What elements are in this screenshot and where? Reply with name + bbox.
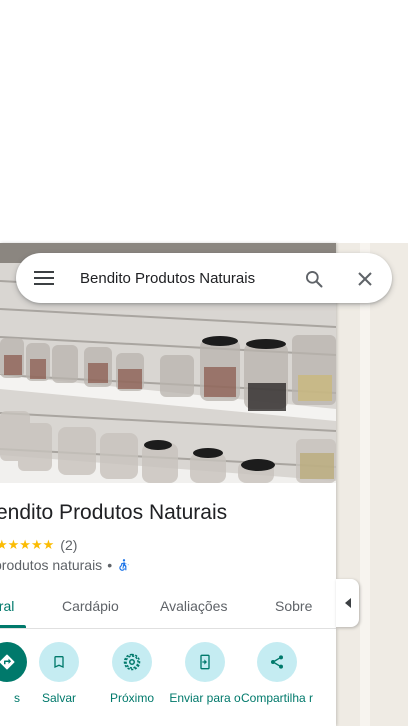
active-tab-indicator [0, 625, 26, 628]
nearby-button[interactable]: Próximo [94, 639, 170, 706]
search-input[interactable]: Bendito Produtos Naturais [80, 253, 255, 303]
hamburger-menu-icon[interactable] [30, 266, 58, 290]
nearby-icon [112, 642, 152, 682]
send-to-phone-button[interactable]: Enviar para o [167, 639, 243, 706]
tab-about[interactable]: Sobre [275, 583, 312, 629]
caret-left-icon [344, 598, 351, 608]
map-background[interactable] [336, 243, 408, 726]
share-icon [257, 642, 297, 682]
close-icon[interactable] [353, 266, 377, 292]
map-road [360, 243, 370, 726]
search-bar[interactable]: Bendito Produtos Naturais [16, 253, 392, 303]
action-label: Próximo [109, 691, 154, 705]
place-tabs: eral Cardápio Avaliações Sobre [0, 583, 336, 629]
separator-dot: • [107, 557, 113, 573]
save-button[interactable]: Salvar [21, 639, 97, 706]
tab-menu[interactable]: Cardápio [62, 583, 119, 629]
place-category[interactable]: produtos naturais [0, 557, 102, 573]
tab-label: Avaliações [160, 598, 228, 614]
tab-label: Sobre [275, 598, 313, 614]
search-icon[interactable] [301, 266, 327, 292]
wheelchair-icon [117, 558, 131, 572]
rating-count[interactable]: (2) [60, 537, 77, 553]
category-row: produtos naturais • [0, 556, 131, 574]
bookmark-icon [39, 642, 79, 682]
rating-row[interactable]: ★★★★★ (2) [0, 536, 77, 554]
action-label: Compartilha r [240, 691, 314, 705]
action-label: Enviar para o [169, 691, 241, 705]
tab-label: eral [0, 598, 15, 614]
send-to-phone-icon [185, 642, 225, 682]
rating-stars: ★★★★★ [0, 537, 55, 552]
collapse-panel-button[interactable] [336, 579, 359, 627]
tab-label: Cardápio [62, 598, 119, 614]
action-label: Salvar [41, 691, 76, 705]
action-buttons-row: s Salvar Próximo Enviar para o Compartil… [0, 639, 336, 726]
tab-reviews[interactable]: Avaliações [160, 583, 227, 629]
tab-overview[interactable]: eral [0, 583, 14, 629]
place-panel: Bendito Produtos Naturais ★★★★★ (2) prod… [0, 243, 336, 726]
share-button[interactable]: Compartilha r [239, 639, 315, 706]
place-title: Bendito Produtos Naturais [0, 501, 228, 524]
